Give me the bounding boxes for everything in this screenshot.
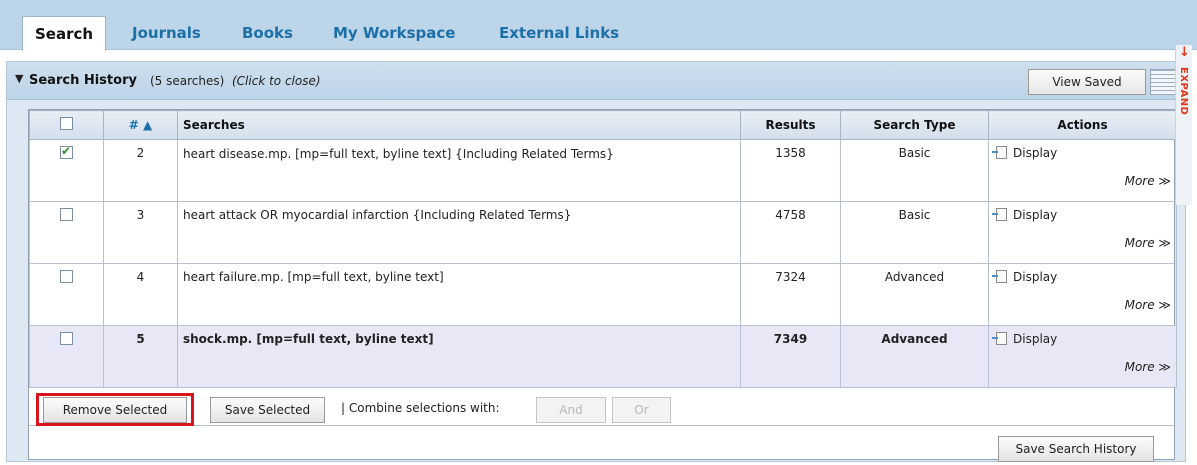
display-button[interactable]: Display — [992, 332, 1058, 346]
display-button[interactable]: Display — [992, 270, 1058, 284]
more-link[interactable]: More ≫ — [1125, 360, 1171, 374]
result-count: 7349 — [740, 325, 841, 388]
row-number: 5 — [103, 325, 178, 388]
table-row: 5 shock.mp. [mp=full text, byline text] … — [29, 325, 1177, 388]
row-checkbox[interactable] — [60, 332, 73, 345]
save-search-history-button[interactable]: Save Search History — [998, 436, 1154, 462]
search-type: Advanced — [840, 263, 989, 326]
row-number: 4 — [103, 263, 178, 326]
row-checkbox[interactable] — [60, 270, 73, 283]
result-count: 7324 — [740, 263, 841, 326]
display-button[interactable]: Display — [992, 208, 1058, 222]
number-sort-header[interactable]: # ▲ — [103, 110, 178, 140]
search-history-panel: ▼ Search History (5 searches) (Click to … — [6, 61, 1186, 462]
expand-panel-toggle[interactable]: ↓ EXPAND — [1175, 45, 1192, 205]
row-checkbox[interactable] — [60, 208, 73, 221]
row-number: 3 — [103, 201, 178, 264]
tab-bar: Search Journals Books My Workspace Exter… — [0, 0, 1197, 51]
display-label: Display — [1013, 332, 1058, 346]
search-type: Advanced — [840, 325, 989, 388]
remove-selected-button[interactable]: Remove Selected — [43, 397, 187, 423]
search-query: shock.mp. [mp=full text, byline text] — [177, 325, 741, 388]
expand-label: EXPAND — [1178, 67, 1189, 116]
search-query: heart failure.mp. [mp=full text, byline … — [177, 263, 741, 326]
results-header: Results — [740, 110, 841, 140]
search-type-header: Search Type — [840, 110, 989, 140]
searches-header: Searches — [177, 110, 741, 140]
search-query: heart disease.mp. [mp=full text, byline … — [177, 139, 741, 202]
result-count: 4758 — [740, 201, 841, 264]
display-icon — [992, 146, 1007, 159]
table-row: 4 heart failure.mp. [mp=full text, bylin… — [29, 263, 1177, 326]
result-count: 1358 — [740, 139, 841, 202]
search-type: Basic — [840, 201, 989, 264]
and-button[interactable]: And — [536, 397, 606, 423]
display-label: Display — [1013, 146, 1058, 160]
or-button[interactable]: Or — [612, 397, 671, 423]
search-type: Basic — [840, 139, 989, 202]
row-number: 2 — [103, 139, 178, 202]
display-icon — [992, 270, 1007, 283]
save-selected-button[interactable]: Save Selected — [210, 397, 325, 423]
search-query: heart attack OR myocardial infarction {I… — [177, 201, 741, 264]
combine-selections-label: | Combine selections with: — [341, 401, 500, 415]
more-link[interactable]: More ≫ — [1125, 298, 1171, 312]
search-count: (5 searches) — [150, 74, 225, 88]
display-label: Display — [1013, 270, 1058, 284]
search-history-table: # ▲ Searches Results Search Type Actions… — [28, 109, 1177, 462]
select-all-checkbox[interactable] — [60, 117, 73, 130]
more-link[interactable]: More ≫ — [1125, 174, 1171, 188]
display-label: Display — [1013, 208, 1058, 222]
display-button[interactable]: Display — [992, 146, 1058, 160]
actions-header: Actions — [988, 110, 1177, 140]
tab-journals[interactable]: Journals — [120, 16, 213, 50]
row-checkbox[interactable] — [60, 144, 73, 159]
table-row: 2 heart disease.mp. [mp=full text, bylin… — [29, 139, 1177, 202]
display-icon — [992, 208, 1007, 221]
tab-my-workspace[interactable]: My Workspace — [321, 16, 467, 50]
tab-search[interactable]: Search — [22, 16, 107, 51]
tab-books[interactable]: Books — [230, 16, 305, 50]
tab-external-links[interactable]: External Links — [487, 16, 631, 50]
more-link[interactable]: More ≫ — [1125, 236, 1171, 250]
click-to-close-hint[interactable]: (Click to close) — [232, 74, 321, 88]
search-history-header[interactable]: ▼ Search History (5 searches) (Click to … — [7, 62, 1185, 100]
collapse-triangle-icon[interactable]: ▼ — [15, 72, 23, 85]
expand-arrow-icon: ↓ — [1179, 45, 1190, 60]
view-saved-button[interactable]: View Saved — [1028, 69, 1146, 95]
table-row: 3 heart attack OR myocardial infarction … — [29, 201, 1177, 264]
search-history-title[interactable]: Search History — [29, 73, 137, 88]
display-icon — [992, 332, 1007, 345]
select-all-header — [29, 110, 104, 140]
